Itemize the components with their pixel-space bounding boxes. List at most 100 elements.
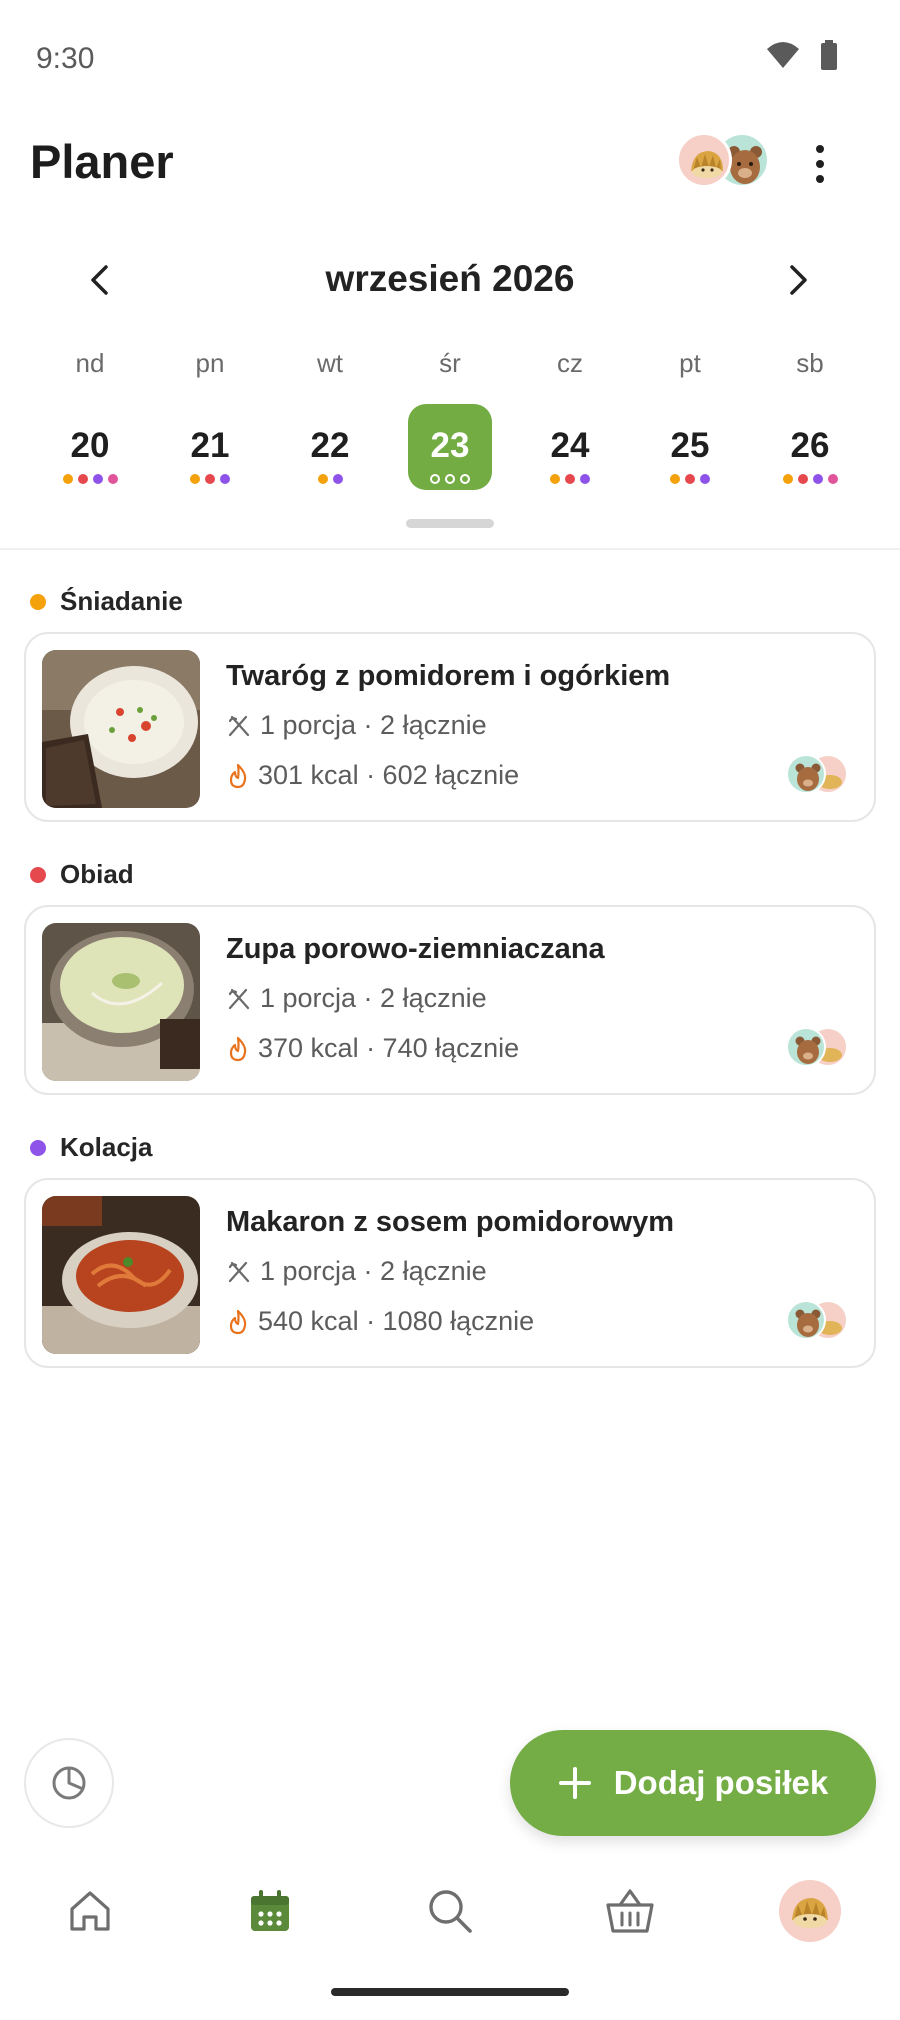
meal-indicator-dot <box>62 474 73 484</box>
calendar-day[interactable]: 25 <box>630 404 750 490</box>
household-avatars[interactable] <box>676 132 776 188</box>
nutrition-stats-button[interactable] <box>24 1738 114 1828</box>
meal-indicator-dot <box>77 474 88 484</box>
basket-icon <box>606 1889 654 1933</box>
status-time: 9:30 <box>36 42 95 75</box>
meal-indicator-dots <box>782 474 838 484</box>
hedgehog-avatar <box>676 132 732 188</box>
cutlery-icon <box>228 715 250 736</box>
bear-avatar <box>786 754 826 794</box>
meal-indicator-dot <box>190 474 200 484</box>
weekday-label: cz <box>557 348 583 378</box>
calendar-day-content: 25 <box>670 410 710 484</box>
calendar-day[interactable]: 21 <box>150 404 270 490</box>
more-dot <box>816 160 824 168</box>
calendar-drag-handle[interactable] <box>406 519 494 528</box>
calendar-day-number: 25 <box>670 426 710 465</box>
calendar-day-number: 24 <box>550 426 590 465</box>
meal-portions: 1 porcja · 2 łącznie <box>226 710 487 741</box>
meal-indicator-dot <box>670 474 680 484</box>
meal-indicator-dot <box>782 474 793 484</box>
meal-indicator-dots <box>670 474 710 484</box>
app-header: Planer <box>0 116 900 206</box>
calendar-day-content: 24 <box>550 410 590 484</box>
pie-chart-icon <box>52 1766 86 1800</box>
battery-icon <box>821 40 837 70</box>
meal-section-title: Kolacja <box>30 1132 153 1163</box>
meal-image <box>42 1196 200 1354</box>
meal-calories: 301 kcal · 602 łącznie <box>226 760 519 791</box>
chevron-right-icon <box>790 265 807 295</box>
meal-indicator-dots <box>317 474 343 484</box>
meal-indicator-dots <box>190 474 230 484</box>
weekday-label: pn <box>195 348 225 378</box>
nav-home[interactable] <box>0 1856 180 1966</box>
more-options-button[interactable] <box>800 136 840 192</box>
weekday-label: śr <box>439 348 461 378</box>
wifi-icon <box>767 42 799 68</box>
weekday-labels: nd pn wt śr cz pt sb <box>30 348 870 379</box>
weekday-label: wt <box>317 348 343 378</box>
flame-icon <box>229 1036 247 1061</box>
calendar-day-number: 21 <box>190 426 230 465</box>
bottom-navigation <box>0 1856 900 1966</box>
more-dot <box>816 145 824 153</box>
bear-avatar <box>786 1300 826 1340</box>
page-title: Planer <box>30 135 174 188</box>
status-bar: 9:30 <box>0 0 900 116</box>
meal-calories: 540 kcal · 1080 łącznie <box>226 1306 534 1337</box>
calendar-day-content: 23 <box>430 410 470 484</box>
calendar-day-content: 22 <box>311 410 349 484</box>
nav-profile[interactable] <box>720 1856 900 1966</box>
status-icons <box>766 40 838 70</box>
calendar-day[interactable]: 24 <box>510 404 630 490</box>
meal-card[interactable]: Makaron z sosem pomidorowym 1 porcja · 2… <box>24 1178 876 1368</box>
nav-search[interactable] <box>360 1856 540 1966</box>
meal-indicator-dot <box>700 474 710 484</box>
meal-portions-text: 1 porcja · 2 łącznie <box>260 983 487 1013</box>
calendar-day[interactable]: 20 <box>30 404 150 490</box>
meal-indicator-dot <box>332 474 343 484</box>
next-month-button[interactable] <box>770 252 826 308</box>
meal-calories: 370 kcal · 740 łącznie <box>226 1033 519 1064</box>
nav-planner[interactable] <box>180 1856 360 1966</box>
meal-calories-text: 301 kcal · 602 łącznie <box>258 760 520 790</box>
meal-indicator-dot <box>445 474 455 484</box>
profile-avatar <box>779 1880 841 1942</box>
meal-eaters <box>786 1300 848 1340</box>
calendar-day-selected[interactable]: 23 <box>390 404 510 490</box>
weekday-label: nd <box>75 348 105 378</box>
meal-portions-text: 1 porcja · 2 łącznie <box>260 710 487 740</box>
home-icon <box>70 1891 110 1931</box>
calendar-day-content: 20 <box>62 410 118 484</box>
meal-indicator-dots <box>550 474 590 484</box>
meal-portions: 1 porcja · 2 łącznie <box>226 1256 487 1287</box>
meal-indicator-dots <box>62 474 118 484</box>
add-meal-button[interactable]: Dodaj posiłek <box>510 1730 876 1836</box>
bear-avatar <box>786 1027 826 1067</box>
meal-card[interactable]: Twaróg z pomidorem i ogórkiem 1 porcja ·… <box>24 632 876 822</box>
nav-shopping[interactable] <box>540 1856 720 1966</box>
plus-icon <box>558 1767 591 1799</box>
month-navigation: wrzesień 2026 <box>0 240 900 320</box>
meal-eaters <box>786 1027 848 1067</box>
home-indicator <box>331 1988 569 1996</box>
meal-image <box>42 923 200 1081</box>
meal-indicator-dot <box>317 474 328 484</box>
calendar-day[interactable]: 22 <box>270 404 390 490</box>
calendar-day[interactable]: 26 <box>750 404 870 490</box>
meal-indicator-dot <box>685 474 695 484</box>
meal-eaters <box>786 754 848 794</box>
search-icon <box>429 1890 472 1933</box>
calendar-day-number: 23 <box>430 426 470 465</box>
meal-card[interactable]: Zupa porowo-ziemniaczana 1 porcja · 2 łą… <box>24 905 876 1095</box>
meal-portions: 1 porcja · 2 łącznie <box>226 983 487 1014</box>
more-dot <box>816 175 824 183</box>
cutlery-icon <box>228 988 250 1009</box>
weekday-label: pt <box>679 348 701 378</box>
meal-indicator-dot <box>550 474 560 484</box>
meal-indicator-dot <box>205 474 215 484</box>
meal-name: Zupa porowo-ziemniaczana <box>226 933 605 965</box>
meal-section-title: Obiad <box>30 859 134 890</box>
meal-indicator-dot <box>797 474 808 484</box>
